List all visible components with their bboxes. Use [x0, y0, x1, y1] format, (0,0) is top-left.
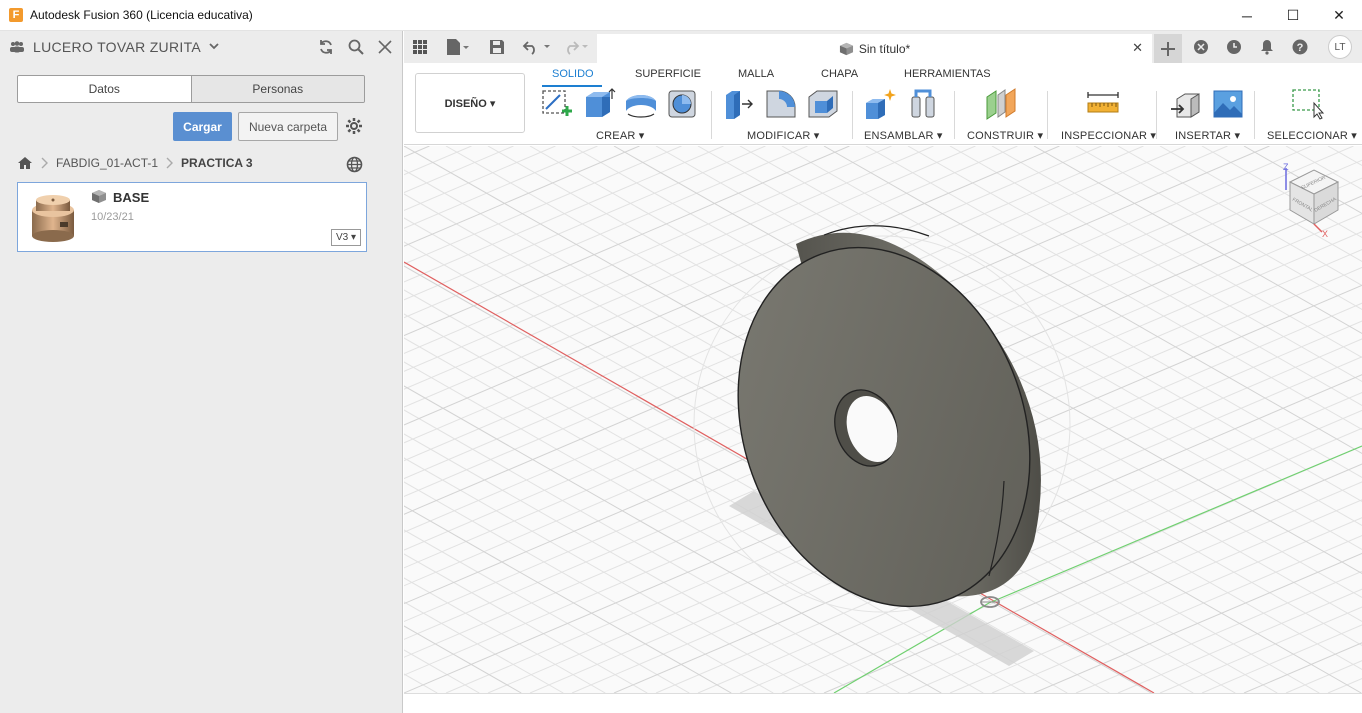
file-card-base[interactable]: BASE 10/23/21 V3 ▾: [17, 182, 367, 252]
file-thumbnail: [26, 192, 80, 244]
chevron-down-icon[interactable]: [209, 43, 219, 50]
grid-line: [404, 505, 732, 693]
timeline-bar: [404, 693, 1362, 713]
grid-line: [404, 649, 480, 693]
design-file-icon: [91, 189, 107, 204]
group-ensamblar[interactable]: ENSAMBLAR ▾: [864, 129, 943, 142]
tab-herramientas[interactable]: HERRAMIENTAS: [904, 68, 991, 80]
team-icon: [9, 40, 25, 53]
design-doc-icon: [839, 42, 854, 56]
create-sketch-icon[interactable]: [540, 87, 574, 121]
chevron-right-icon: [166, 157, 174, 169]
group-seleccionar[interactable]: SELECCIONAR ▾: [1267, 129, 1357, 142]
extensions-icon[interactable]: [1193, 39, 1209, 55]
maximize-button[interactable]: ☐: [1270, 0, 1316, 31]
tab-malla[interactable]: MALLA: [738, 68, 774, 80]
new-folder-button[interactable]: Nueva carpeta: [238, 112, 338, 141]
window-controls: ─ ☐ ✕: [1224, 0, 1362, 31]
redo-icon[interactable]: [560, 39, 590, 55]
data-panel-header: LUCERO TOVAR ZURITA: [0, 31, 402, 62]
close-window-button[interactable]: ✕: [1316, 0, 1362, 31]
hole-icon[interactable]: [666, 87, 700, 121]
document-title: Sin título*: [858, 41, 911, 56]
close-document-icon[interactable]: ✕: [1132, 40, 1143, 56]
group-separator: [1047, 91, 1048, 139]
new-component-icon[interactable]: [863, 87, 897, 121]
new-tab-icon[interactable]: [1154, 34, 1182, 63]
measure-icon[interactable]: [1086, 87, 1120, 121]
upload-button[interactable]: Cargar: [173, 112, 232, 141]
grid-menu-icon[interactable]: [412, 39, 428, 55]
extrude-icon[interactable]: [582, 87, 616, 121]
minimize-button[interactable]: ─: [1224, 0, 1270, 31]
search-icon[interactable]: [348, 39, 364, 55]
tab-solido[interactable]: SOLIDO: [552, 68, 594, 80]
offset-plane-icon[interactable]: [984, 87, 1018, 121]
group-crear[interactable]: CREAR ▾: [596, 129, 644, 142]
tab-chapa[interactable]: CHAPA: [821, 68, 858, 80]
chevron-right-icon: [41, 157, 48, 169]
viewport-scene: [404, 146, 1362, 693]
home-icon[interactable]: [17, 156, 33, 170]
group-modificar[interactable]: MODIFICAR ▾: [747, 129, 820, 142]
group-construir[interactable]: CONSTRUIR ▾: [967, 129, 1043, 142]
document-tab[interactable]: Sin título* ✕: [597, 34, 1152, 63]
help-icon[interactable]: ?: [1292, 39, 1308, 55]
group-insertar[interactable]: INSERTAR ▾: [1175, 129, 1240, 142]
refresh-icon[interactable]: [318, 39, 334, 55]
breadcrumb-project[interactable]: FABDIG_01-ACT-1: [56, 156, 158, 170]
grid-line: [404, 553, 648, 693]
tab-personas[interactable]: Personas: [190, 76, 364, 102]
application-bar: Sin título* ✕ ? LT: [404, 31, 1362, 63]
file-menu-icon[interactable]: [446, 38, 470, 56]
fillet-icon[interactable]: [764, 87, 798, 121]
joint-icon[interactable]: [907, 87, 941, 121]
group-inspeccionar[interactable]: INSPECCIONAR ▾: [1061, 129, 1156, 142]
grid-line: [404, 146, 556, 211]
tab-datos[interactable]: Datos: [18, 76, 191, 102]
viewcube-x-label: X: [1322, 229, 1328, 238]
group-separator: [954, 91, 955, 139]
breadcrumb-folder: PRACTICA 3: [181, 156, 253, 170]
revolve-icon[interactable]: [624, 87, 658, 121]
version-dropdown[interactable]: V3 ▾: [331, 229, 361, 246]
breadcrumb: FABDIG_01-ACT-1 PRACTICA 3: [17, 156, 253, 170]
user-avatar[interactable]: LT: [1328, 35, 1352, 59]
hub-user-name[interactable]: LUCERO TOVAR ZURITA: [33, 39, 201, 55]
svg-text:?: ?: [1297, 42, 1304, 54]
grid-line: [404, 146, 724, 283]
group-separator: [852, 91, 853, 139]
file-name: BASE: [113, 190, 150, 205]
tab-superficie[interactable]: SUPERFICIE: [635, 68, 701, 80]
data-people-toggle: Datos Personas: [17, 75, 365, 103]
close-panel-icon[interactable]: [378, 39, 392, 54]
view-cube[interactable]: Z X SUPERIOR FRONTAL DERECHA: [1278, 160, 1350, 239]
fusion-logo-icon: F: [9, 8, 23, 22]
job-status-icon[interactable]: [1226, 39, 1242, 55]
toolbar-ribbon: DISEÑO ▾ SOLIDO SUPERFICIE MALLA CHAPA H…: [404, 63, 1362, 145]
3d-viewport-canvas[interactable]: Z X SUPERIOR FRONTAL DERECHA: [404, 146, 1362, 693]
window-title: Autodesk Fusion 360 (Licencia educativa): [30, 8, 253, 22]
group-separator: [1254, 91, 1255, 139]
file-date: 10/23/21: [91, 211, 134, 223]
window-select-icon[interactable]: [1290, 87, 1325, 121]
press-pull-icon[interactable]: [722, 87, 756, 121]
grid-line: [404, 146, 640, 247]
globe-icon[interactable]: [346, 156, 363, 176]
workspace-switcher[interactable]: DISEÑO ▾: [415, 73, 525, 133]
settings-gear-icon[interactable]: [345, 117, 363, 138]
viewcube-z-label: Z: [1283, 162, 1289, 172]
data-panel: LUCERO TOVAR ZURITA Datos Personas Carga…: [0, 31, 403, 713]
save-icon[interactable]: [489, 39, 505, 55]
shell-icon[interactable]: [806, 87, 840, 121]
washer-part-body: [737, 225, 1041, 608]
insert-canvas-icon[interactable]: [1211, 87, 1245, 121]
group-separator: [1156, 91, 1157, 139]
insert-derive-icon[interactable]: [1169, 87, 1203, 121]
title-bar: F Autodesk Fusion 360 (Licencia educativ…: [0, 0, 1362, 31]
notification-bell-icon[interactable]: [1259, 39, 1275, 55]
group-separator: [711, 91, 712, 139]
undo-icon[interactable]: [522, 39, 552, 55]
